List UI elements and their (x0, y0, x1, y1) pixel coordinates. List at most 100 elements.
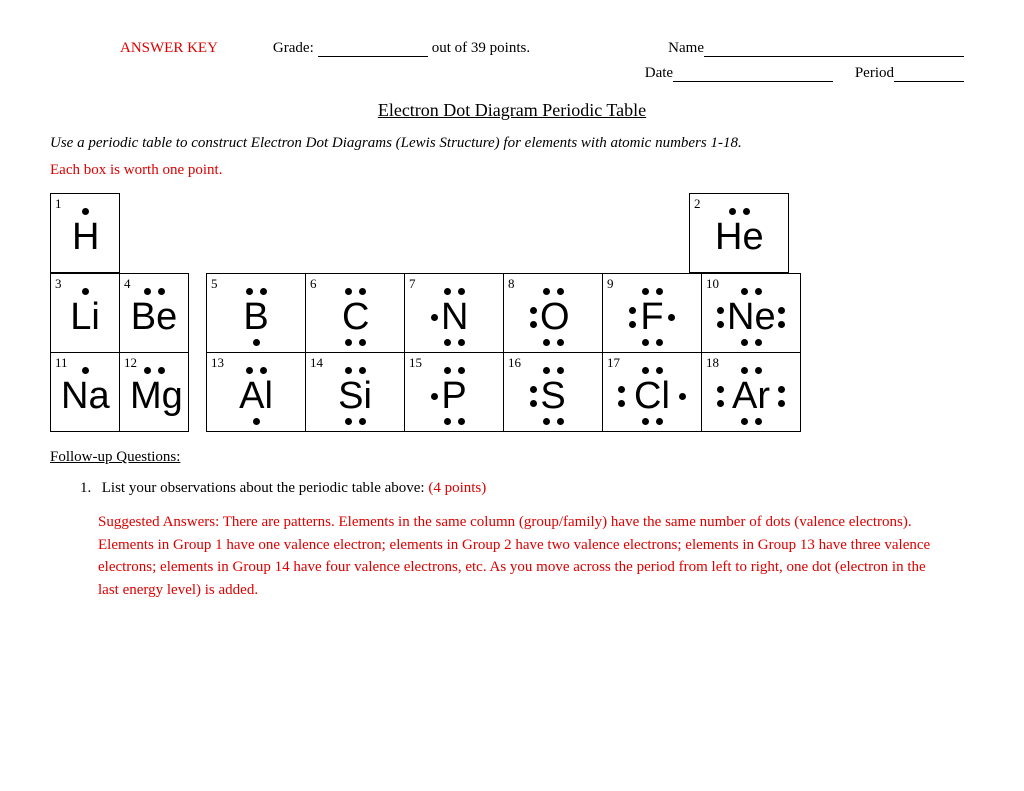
electron-dot (656, 288, 663, 295)
electron-dot (778, 386, 785, 393)
atomic-number: 17 (607, 355, 620, 371)
atomic-number: 8 (508, 276, 515, 292)
atomic-number: 3 (55, 276, 62, 292)
element-symbol: O (540, 298, 566, 336)
electron-dot (543, 339, 550, 346)
atomic-number: 16 (508, 355, 521, 371)
atomic-number: 4 (124, 276, 131, 292)
element-symbol: H (72, 218, 98, 256)
atomic-number: 2 (694, 196, 701, 212)
element-cell-ar: 18Ar (701, 352, 801, 432)
period-blank[interactable] (894, 81, 964, 82)
electron-dot (458, 288, 465, 295)
electron-dot (629, 307, 636, 314)
electron-dot (557, 339, 564, 346)
electron-dot (82, 367, 89, 374)
lewis-structure: N (441, 298, 467, 336)
electron-dot (557, 418, 564, 425)
grade-blank[interactable] (318, 40, 428, 57)
electron-dot (656, 418, 663, 425)
atomic-number: 12 (124, 355, 137, 371)
atomic-number: 1 (55, 196, 62, 212)
electron-dot (717, 386, 724, 393)
lewis-structure: O (540, 298, 566, 336)
electron-dot (755, 339, 762, 346)
electron-dot (642, 367, 649, 374)
electron-dot (778, 307, 785, 314)
electron-dot (345, 288, 352, 295)
element-symbol: C (342, 298, 368, 336)
electron-dot (755, 418, 762, 425)
date-label: Date (645, 65, 673, 81)
electron-dot (778, 321, 785, 328)
electron-dot (717, 400, 724, 407)
element-symbol: Mg (130, 377, 178, 415)
ptable-row: 11Na12Mg13Al14Si15P16S17Cl18Ar (50, 352, 974, 431)
electron-dot (444, 339, 451, 346)
electron-dot (246, 288, 253, 295)
element-cell-he: 2 He (689, 193, 789, 273)
name-blank[interactable] (704, 56, 964, 57)
electron-dot (557, 367, 564, 374)
element-symbol: N (441, 298, 467, 336)
lewis-structure: P (441, 377, 467, 415)
element-symbol: S (540, 377, 566, 415)
electron-dot (530, 400, 537, 407)
electron-dot (144, 367, 151, 374)
electron-dot (144, 288, 151, 295)
grade-label: Grade: (273, 40, 314, 57)
electron-dot (741, 418, 748, 425)
electron-dot (458, 367, 465, 374)
element-cell-na: 11Na (50, 352, 120, 432)
electron-dot (755, 367, 762, 374)
electron-dot (642, 418, 649, 425)
electron-dot (253, 339, 260, 346)
atomic-number: 15 (409, 355, 422, 371)
date-blank[interactable] (673, 81, 833, 82)
element-cell-p: 15 P (404, 352, 504, 432)
electron-dot (656, 367, 663, 374)
period-label: Period (855, 65, 894, 81)
electron-dot (431, 314, 438, 321)
page-title: Electron Dot Diagram Periodic Table (50, 100, 974, 121)
electron-dot (557, 288, 564, 295)
ptable-gap (589, 193, 689, 273)
element-cell-h: 1H (50, 193, 120, 273)
electron-dot (260, 367, 267, 374)
lewis-structure: Na (61, 377, 109, 415)
element-cell-si: 14Si (305, 352, 405, 432)
electron-dot (668, 314, 675, 321)
element-symbol: Be (130, 298, 178, 336)
electron-dot (717, 307, 724, 314)
atomic-number: 5 (211, 276, 218, 292)
lewis-structure: Ar (727, 377, 775, 415)
element-symbol: Li (61, 298, 109, 336)
ptable-gap (389, 193, 489, 273)
element-symbol: Na (61, 377, 109, 415)
electron-dot (543, 367, 550, 374)
electron-dot (642, 339, 649, 346)
electron-dot (246, 367, 253, 374)
question-1: 1. List your observations about the peri… (80, 480, 974, 497)
electron-dot (431, 393, 438, 400)
element-symbol: Ar (727, 377, 775, 415)
electron-dot (345, 367, 352, 374)
electron-dot (158, 367, 165, 374)
element-symbol: He (715, 218, 763, 256)
electron-dot (345, 339, 352, 346)
ptable-gap (119, 193, 189, 273)
ptable-row: 1H 2 He (50, 193, 974, 273)
element-symbol: F (639, 298, 665, 336)
electron-dot (543, 288, 550, 295)
question-points: (4 points) (428, 480, 486, 496)
electron-dot (359, 418, 366, 425)
ptable-gap (289, 193, 389, 273)
atomic-number: 13 (211, 355, 224, 371)
lewis-structure: Li (61, 298, 109, 336)
name-section: Name (668, 40, 964, 57)
electron-dot (530, 307, 537, 314)
electron-dot (444, 418, 451, 425)
element-cell-al: 13Al (206, 352, 306, 432)
ptable-row: 3Li4Be5B6C7N8O9F10Ne (50, 273, 974, 352)
ptable-gap (189, 193, 289, 273)
